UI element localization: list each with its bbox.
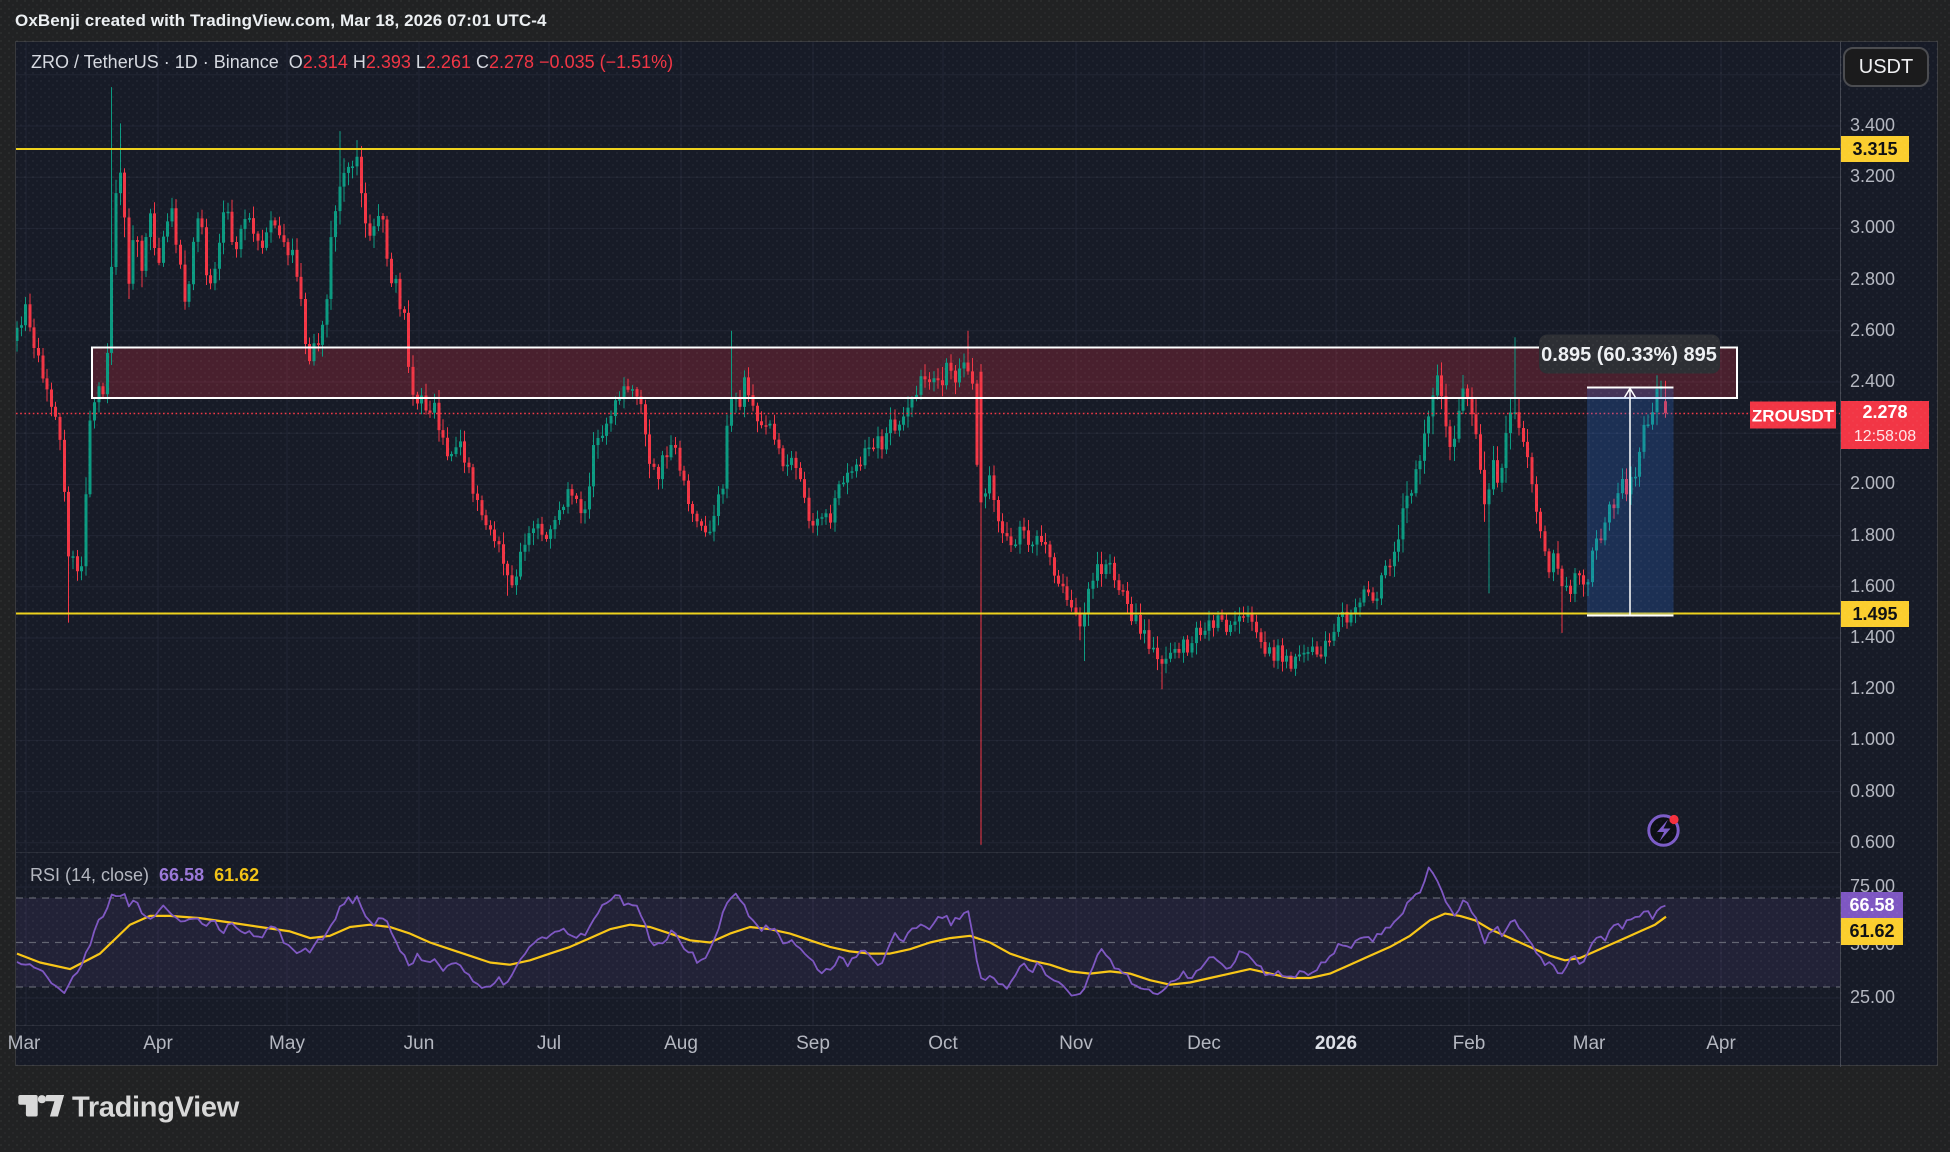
- svg-text:TradingView: TradingView: [72, 1092, 240, 1124]
- svg-text:0.895 (60.33%) 895: 0.895 (60.33%) 895: [1541, 344, 1717, 366]
- svg-text:ZROUSDT: ZROUSDT: [1752, 407, 1835, 426]
